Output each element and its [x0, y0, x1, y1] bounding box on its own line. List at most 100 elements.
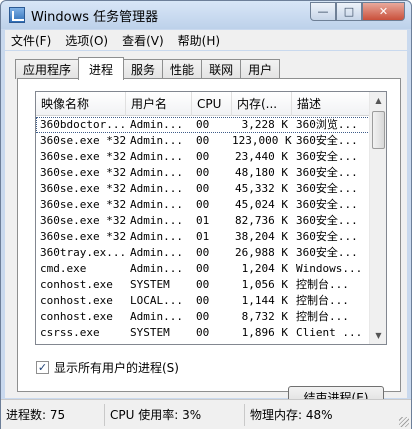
client-area: 应用程序 进程 服务 性能 联网 用户 映像名称 用户名 CPU 内存(... …	[5, 51, 407, 408]
cell-description: Windows...	[296, 262, 363, 275]
table-row[interactable]: 360tray.ex... Admin... 00 26,988 K 360安全...	[36, 245, 370, 261]
cell-user-name: Admin...	[130, 310, 183, 323]
table-row[interactable]: csrss.exe SYSTEM 00 1,896 K Client ...	[36, 325, 370, 341]
cell-user-name: Admin...	[130, 166, 183, 179]
cell-cpu: 00	[196, 198, 210, 211]
cell-description: Client ...	[292, 341, 370, 344]
cell-image-name: csrss.exe	[40, 326, 100, 339]
cell-user-name: Admin...	[130, 198, 183, 211]
cell-image-name: conhost.exe	[40, 294, 113, 307]
menu-bar: 文件(F) 选项(O) 查看(V) 帮助(H)	[5, 30, 407, 50]
scroll-down-icon[interactable]: ▼	[370, 327, 386, 344]
cell-cpu: 00	[196, 262, 210, 275]
tab-processes[interactable]: 进程	[78, 57, 125, 80]
cell-memory: 8,732 K	[241, 310, 288, 323]
table-row[interactable]: 360bdoctor.... Admin... 00 3,228 K 360浏览...	[36, 117, 370, 133]
process-list[interactable]: 映像名称 用户名 CPU 内存(... 描述 360bdoctor.... Adm…	[35, 91, 387, 345]
table-row[interactable]: 360se.exe *32 Admin... 00 23,440 K 360安全...	[36, 149, 370, 165]
table-row[interactable]: conhost.exe Admin... 00 8,732 K 控制台...	[36, 309, 370, 325]
cell-description: 360浏览...	[296, 118, 358, 131]
table-row[interactable]: 360se.exe *32 Admin... 01 82,736 K 360安全...	[36, 213, 370, 229]
table-row[interactable]: cmd.exe Admin... 00 1,204 K Windows...	[36, 261, 370, 277]
table-row[interactable]: 360se.exe *32 Admin... 00 45,024 K 360安全...	[36, 197, 370, 213]
column-image-name[interactable]: 映像名称	[36, 92, 126, 116]
show-all-users-checkbox[interactable]: ✓	[36, 361, 49, 374]
cell-memory: 1,056 K	[241, 278, 288, 291]
cell-user-name: Admin...	[130, 230, 183, 243]
menu-help[interactable]: 帮助(H)	[172, 32, 226, 49]
table-row[interactable]: 360se.exe *32 Admin... 00 123,000 K 360安全...	[36, 133, 370, 149]
cell-memory: 45,332 K	[235, 182, 288, 195]
cell-image-name: 360bdoctor....	[40, 118, 126, 131]
cell-cpu: 00	[196, 294, 210, 307]
cell-cpu: 00	[196, 278, 210, 291]
show-all-users-label: 显示所有用户的进程(S)	[54, 361, 179, 375]
table-row[interactable]: 360se.exe *32 Admin... 00 45,332 K 360安全...	[36, 181, 370, 197]
column-description[interactable]: 描述	[292, 92, 370, 116]
cell-cpu: 00	[196, 246, 210, 259]
cell-user-name: Admin...	[130, 182, 183, 195]
cell-user-name: SYSTEM	[130, 278, 170, 291]
cell-image-name: 360se.exe *32	[40, 214, 126, 227]
cell-cpu: 01	[196, 230, 210, 243]
window-title: Windows 任务管理器	[31, 10, 159, 25]
cell-cpu: 00	[196, 182, 210, 195]
task-manager-window: Windows 任务管理器 — □ ✕ 文件(F) 选项(O) 查看(V) 帮助…	[0, 0, 412, 429]
tab-networking[interactable]: 联网	[201, 59, 242, 79]
show-all-users-option[interactable]: ✓ 显示所有用户的进程(S)	[36, 359, 179, 376]
column-cpu[interactable]: CPU	[192, 92, 232, 116]
cell-memory: 1,144 K	[241, 294, 288, 307]
cell-memory: 45,024 K	[235, 198, 288, 211]
cell-description: 360安全...	[296, 150, 358, 163]
scroll-thumb[interactable]	[372, 111, 385, 149]
column-user-name[interactable]: 用户名	[126, 92, 192, 116]
tab-strip: 应用程序 进程 服务 性能 联网 用户	[15, 57, 281, 80]
cell-user-name: Admin...	[130, 150, 183, 163]
cell-image-name: 360se.exe *32	[40, 230, 126, 243]
cell-description: Client ...	[296, 326, 363, 339]
cell-image-name: cmd.exe	[40, 262, 87, 275]
window-controls: — □ ✕	[310, 2, 405, 21]
cell-description: 360安全...	[296, 246, 358, 259]
scroll-up-icon[interactable]: ▲	[370, 92, 386, 109]
cell-image-name: 360se.exe *32	[40, 134, 126, 147]
table-row[interactable]: conhost.exe SYSTEM 00 1,056 K 控制台...	[36, 277, 370, 293]
cell-cpu: 00	[192, 341, 232, 344]
cell-description: 控制台...	[296, 310, 349, 323]
cell-memory: 123,000 K	[232, 134, 292, 147]
cell-image-name: 360se.exe *32	[40, 150, 126, 163]
cell-memory: 23,440 K	[235, 150, 288, 163]
maximize-button[interactable]: □	[336, 2, 362, 21]
cell-memory: 3,732 K	[232, 341, 292, 344]
status-cpu-usage: CPU 使用率: 3%	[105, 403, 245, 426]
cell-description: 360安全...	[296, 166, 358, 179]
cell-user-name: SYSTEM	[126, 341, 192, 344]
vertical-scrollbar[interactable]: ▲ ▼	[369, 92, 386, 344]
cell-description: 360安全...	[296, 134, 358, 147]
tab-performance[interactable]: 性能	[162, 59, 203, 79]
menu-options[interactable]: 选项(O)	[59, 32, 114, 49]
cell-image-name: 360se.exe *32	[40, 166, 126, 179]
cell-description: 控制台...	[296, 294, 349, 307]
table-row[interactable]: 360se.exe *32 Admin... 01 38,204 K 360安全...	[36, 229, 370, 245]
resize-grip-icon[interactable]	[399, 417, 409, 427]
minimize-button[interactable]: —	[310, 2, 336, 21]
menu-file[interactable]: 文件(F)	[5, 32, 57, 49]
menu-view[interactable]: 查看(V)	[116, 32, 170, 49]
table-row[interactable]: 360se.exe *32 Admin... 00 48,180 K 360安全...	[36, 165, 370, 181]
cell-description: 360安全...	[296, 182, 358, 195]
cell-user-name: Admin...	[130, 118, 183, 131]
cell-description: 360安全...	[296, 198, 358, 211]
tab-applications[interactable]: 应用程序	[15, 59, 80, 79]
table-row[interactable]: csrss.exeSYSTEM003,732 KClient ...	[36, 341, 370, 344]
tab-services[interactable]: 服务	[123, 59, 164, 79]
close-button[interactable]: ✕	[362, 2, 405, 21]
title-bar[interactable]: Windows 任务管理器 — □ ✕	[1, 1, 411, 29]
cell-cpu: 00	[196, 326, 210, 339]
column-memory[interactable]: 内存(...	[232, 92, 292, 116]
tab-users[interactable]: 用户	[240, 59, 281, 79]
status-process-count: 进程数: 75	[1, 403, 105, 426]
table-row[interactable]: conhost.exe LOCAL... 00 1,144 K 控制台...	[36, 293, 370, 309]
cell-image-name: conhost.exe	[40, 278, 113, 291]
cell-description: 控制台...	[296, 278, 349, 291]
